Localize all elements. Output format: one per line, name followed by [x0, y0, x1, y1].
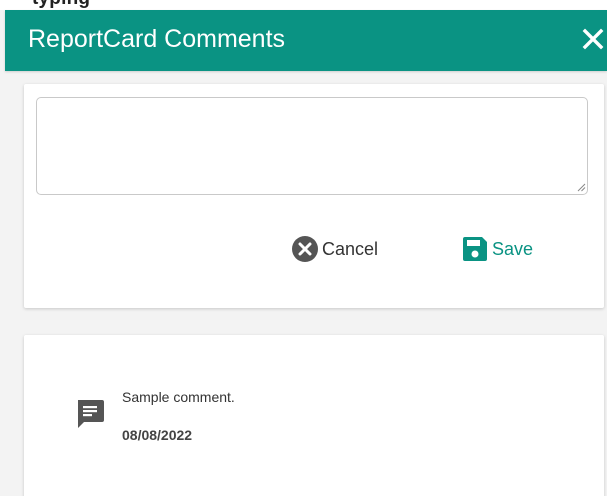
comments-list-card: Sample comment. 08/08/2022 — [24, 335, 604, 496]
background-partial-text: typing — [32, 0, 90, 10]
close-button[interactable] — [579, 23, 607, 55]
save-label: Save — [492, 238, 534, 259]
comment-item: Sample comment. 08/08/2022 — [74, 387, 474, 447]
background-strip: typing — [0, 0, 607, 10]
comment-date: 08/08/2022 — [122, 427, 193, 443]
save-button[interactable]: Save — [460, 234, 533, 264]
comment-editor-card: Cancel Save — [24, 84, 604, 308]
close-icon — [582, 28, 604, 50]
comment-text: Sample comment. — [122, 389, 235, 405]
cancel-circle-icon — [292, 236, 318, 262]
cancel-button[interactable]: Cancel — [290, 234, 378, 264]
comment-textarea[interactable] — [36, 97, 588, 195]
dialog-header: ReportCard Comments — [5, 10, 607, 71]
resize-grip-icon[interactable] — [576, 182, 586, 192]
floppy-disk-icon — [463, 237, 487, 261]
cancel-label: Cancel — [322, 238, 379, 259]
page: typing ReportCard Comments Cancel — [0, 0, 607, 496]
comment-icon — [78, 400, 104, 428]
dialog-title: ReportCard Comments — [28, 25, 286, 53]
